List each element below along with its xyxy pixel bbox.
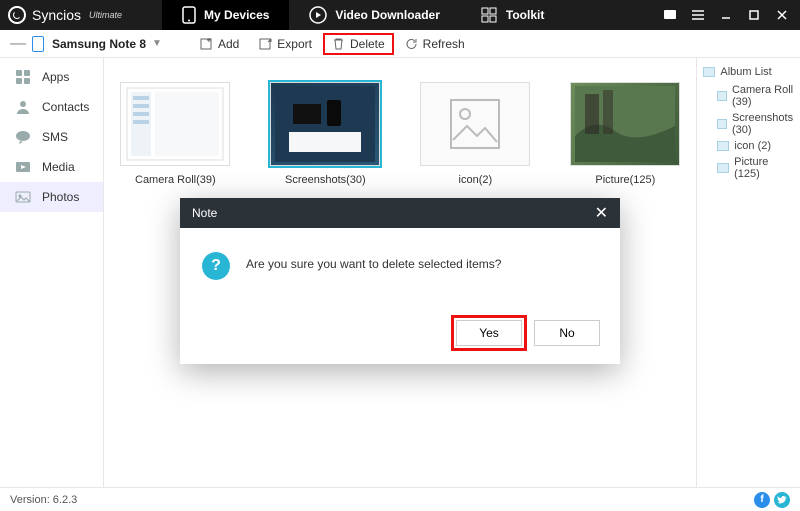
album-list-title: Album List bbox=[703, 66, 795, 78]
device-back-icon[interactable]: — bbox=[10, 36, 26, 52]
sms-icon bbox=[14, 128, 32, 146]
album-label: Screenshots(30) bbox=[285, 174, 366, 186]
album-list-panel: Album List Camera Roll (39) Screenshots … bbox=[696, 58, 800, 487]
contacts-icon bbox=[14, 98, 32, 116]
title-bar: Syncios Ultimate My Devices Video Downlo… bbox=[0, 0, 800, 30]
phone-icon bbox=[182, 6, 196, 24]
sidebar-apps-label: Apps bbox=[42, 70, 69, 84]
yes-button[interactable]: Yes bbox=[456, 320, 522, 346]
no-button[interactable]: No bbox=[534, 320, 600, 346]
album-thumb-icon bbox=[420, 82, 530, 166]
dialog-footer: Yes No bbox=[180, 310, 620, 364]
add-button[interactable]: Add bbox=[192, 34, 247, 54]
sidebar-item-photos[interactable]: Photos bbox=[0, 182, 103, 212]
album-list-picture[interactable]: Picture (125) bbox=[703, 154, 795, 182]
refresh-label: Refresh bbox=[423, 37, 465, 51]
album-thumb-picture bbox=[570, 82, 680, 166]
media-icon bbox=[14, 158, 32, 176]
sidebar-item-apps[interactable]: Apps bbox=[0, 62, 103, 92]
nav-video-downloader[interactable]: Video Downloader bbox=[289, 0, 459, 30]
dialog-close-button[interactable]: ✕ bbox=[595, 203, 608, 223]
sidebar-item-contacts[interactable]: Contacts bbox=[0, 92, 103, 122]
add-icon bbox=[200, 37, 213, 50]
folder-icon bbox=[717, 163, 729, 173]
app-edition: Ultimate bbox=[89, 10, 122, 20]
window-controls bbox=[660, 5, 792, 25]
confirm-dialog: Note ✕ ? Are you sure you want to delete… bbox=[180, 198, 620, 364]
folder-icon bbox=[703, 67, 715, 77]
nav-toolkit[interactable]: Toolkit bbox=[460, 0, 564, 30]
album-label: Picture(125) bbox=[595, 174, 655, 186]
sidebar-contacts-label: Contacts bbox=[42, 100, 89, 114]
device-bar: — Samsung Note 8 ▼ Add Export Delete Ref… bbox=[0, 30, 800, 58]
dialog-message: Are you sure you want to delete selected… bbox=[246, 252, 501, 271]
refresh-button[interactable]: Refresh bbox=[397, 34, 473, 54]
status-bar: Version: 6.2.3 f bbox=[0, 487, 800, 511]
add-label: Add bbox=[218, 37, 239, 51]
sidebar-photos-label: Photos bbox=[42, 190, 79, 204]
dialog-title: Note bbox=[192, 206, 217, 220]
maximize-button[interactable] bbox=[744, 5, 764, 25]
play-icon bbox=[309, 6, 327, 24]
nav-video-label: Video Downloader bbox=[335, 8, 439, 22]
export-icon bbox=[259, 37, 272, 50]
app-name: Syncios bbox=[32, 7, 81, 23]
app-logo: Syncios Ultimate bbox=[8, 6, 122, 24]
sidebar-item-sms[interactable]: SMS bbox=[0, 122, 103, 152]
album-list-screenshots[interactable]: Screenshots (30) bbox=[703, 110, 795, 138]
nav-devices-label: My Devices bbox=[204, 8, 269, 22]
nav-toolkit-label: Toolkit bbox=[506, 8, 544, 22]
folder-icon bbox=[717, 91, 727, 101]
device-phone-icon bbox=[32, 36, 44, 52]
photos-icon bbox=[14, 188, 32, 206]
folder-icon bbox=[717, 141, 729, 151]
export-button[interactable]: Export bbox=[251, 34, 320, 54]
dialog-body: ? Are you sure you want to delete select… bbox=[180, 228, 620, 310]
toolkit-icon bbox=[480, 6, 498, 24]
delete-label: Delete bbox=[350, 37, 385, 51]
nav-my-devices[interactable]: My Devices bbox=[162, 0, 289, 30]
album-list-icon[interactable]: icon (2) bbox=[703, 138, 795, 154]
facebook-icon[interactable]: f bbox=[754, 492, 770, 508]
social-links: f bbox=[754, 492, 790, 508]
album-label: icon(2) bbox=[459, 174, 493, 186]
sidebar-item-media[interactable]: Media bbox=[0, 152, 103, 182]
twitter-icon[interactable] bbox=[774, 492, 790, 508]
main-nav: My Devices Video Downloader Toolkit bbox=[162, 0, 564, 30]
sidebar-media-label: Media bbox=[42, 160, 75, 174]
toolbar: Add Export Delete Refresh bbox=[192, 30, 473, 57]
delete-button[interactable]: Delete bbox=[324, 34, 393, 54]
album-label: Camera Roll(39) bbox=[135, 174, 216, 186]
apps-icon bbox=[14, 68, 32, 86]
chevron-down-icon[interactable]: ▼ bbox=[152, 38, 162, 49]
refresh-icon bbox=[405, 37, 418, 50]
album-thumb-camera bbox=[120, 82, 230, 166]
sidebar: Apps Contacts SMS Media Photos bbox=[0, 58, 104, 487]
syncios-logo-icon bbox=[8, 6, 26, 24]
device-name[interactable]: Samsung Note 8 bbox=[52, 37, 146, 51]
album-thumb-screenshots bbox=[270, 82, 380, 166]
close-button[interactable] bbox=[772, 5, 792, 25]
question-icon: ? bbox=[202, 252, 230, 280]
export-label: Export bbox=[277, 37, 312, 51]
version-label: Version: 6.2.3 bbox=[10, 494, 77, 506]
menu-icon[interactable] bbox=[688, 5, 708, 25]
trash-icon bbox=[332, 37, 345, 50]
album-list-camera[interactable]: Camera Roll (39) bbox=[703, 82, 795, 110]
sidebar-sms-label: SMS bbox=[42, 130, 68, 144]
folder-icon bbox=[717, 119, 727, 129]
messages-icon[interactable] bbox=[660, 5, 680, 25]
dialog-header: Note ✕ bbox=[180, 198, 620, 228]
minimize-button[interactable] bbox=[716, 5, 736, 25]
